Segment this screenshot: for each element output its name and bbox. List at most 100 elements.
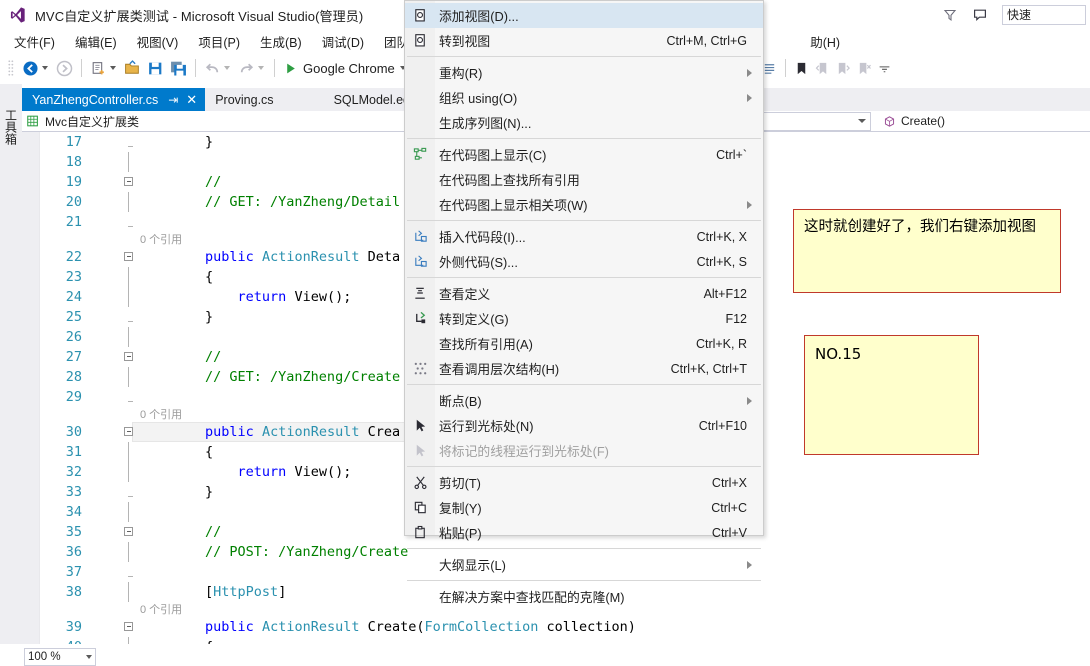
toolbar-overflow-button[interactable] bbox=[875, 60, 894, 77]
navigate-back-icon bbox=[23, 60, 38, 76]
context-menu-item-断点B[interactable]: 断点(B) bbox=[405, 388, 763, 413]
notification-bell-icon[interactable] bbox=[942, 7, 958, 23]
toolbox-dock-tab[interactable]: 工具箱 bbox=[2, 90, 20, 164]
context-menu-item-外侧代码S[interactable]: 外侧代码(S)... Ctrl+K, S bbox=[405, 249, 763, 274]
menu-item-no-icon bbox=[405, 60, 435, 85]
context-menu-item-在解决方案中查找匹配的克[interactable]: 在解决方案中查找匹配的克隆(M) bbox=[405, 584, 763, 609]
clear-bookmarks-button[interactable] bbox=[854, 59, 875, 78]
save-all-button[interactable] bbox=[167, 58, 190, 79]
save-icon bbox=[149, 62, 162, 74]
context-menu-item-label: 转到定义(G) bbox=[439, 312, 509, 327]
menu-build[interactable]: 生成(B) bbox=[250, 30, 312, 53]
context-menu-separator bbox=[407, 548, 761, 549]
context-menu-item-在代码图上显示C[interactable]: 在代码图上显示(C) Ctrl+` bbox=[405, 142, 763, 167]
navbar-member-selector[interactable]: Create() bbox=[879, 112, 949, 131]
outlining-collapse-icon[interactable] bbox=[124, 622, 133, 631]
next-bookmark-button[interactable] bbox=[833, 59, 854, 78]
context-menu-item-转到视图[interactable]: 转到视图 Ctrl+M, Ctrl+G bbox=[405, 28, 763, 53]
surround-with-icon bbox=[405, 249, 435, 274]
outlining-collapse-icon[interactable] bbox=[124, 527, 133, 536]
outlining-collapse-icon[interactable] bbox=[124, 177, 133, 186]
editor-context-menu[interactable]: 添加视图(D)... 转到视图 Ctrl+M, Ctrl+G 重构(R) 组织 usin… bbox=[404, 0, 764, 605]
context-menu-item-在代码图上显示相关项W[interactable]: 在代码图上显示相关项(W) bbox=[405, 192, 763, 217]
save-button[interactable] bbox=[144, 58, 167, 79]
navbar-project-selector[interactable]: Mvc自定义扩展类 bbox=[22, 112, 143, 131]
context-menu-item-shortcut: Ctrl+C bbox=[711, 500, 747, 515]
tab-yanzhengcontroller-cs[interactable]: YanZhengController.cs ⇥ ✕ bbox=[22, 88, 206, 111]
paste-icon bbox=[405, 520, 435, 545]
previous-bookmark-icon bbox=[815, 62, 827, 74]
feedback-smiley-icon[interactable] bbox=[972, 7, 988, 23]
redo-button[interactable] bbox=[235, 58, 269, 79]
quick-launch-input[interactable]: 快速 bbox=[1002, 5, 1086, 25]
context-menu-item-生成序列图N[interactable]: 生成序列图(N)... bbox=[405, 110, 763, 135]
toolbar-separator bbox=[274, 59, 275, 77]
outlining-collapse-icon[interactable] bbox=[124, 252, 133, 261]
submenu-arrow-icon[interactable] bbox=[747, 94, 752, 102]
code-line[interactable]: 39 public ActionResult Create(FormCollec… bbox=[40, 617, 1090, 637]
menu-view[interactable]: 视图(V) bbox=[127, 30, 189, 53]
toolbar-grip-icon[interactable] bbox=[6, 59, 16, 77]
menu-debug[interactable]: 调试(D) bbox=[312, 30, 374, 53]
submenu-arrow-icon[interactable] bbox=[747, 201, 752, 209]
menu-file[interactable]: 文件(F) bbox=[4, 30, 65, 53]
previous-bookmark-button[interactable] bbox=[812, 59, 833, 78]
pin-icon[interactable]: ⇥ bbox=[168, 93, 178, 107]
context-menu-item-复制Y[interactable]: 复制(Y) Ctrl+C bbox=[405, 495, 763, 520]
outlining-collapse-icon[interactable] bbox=[124, 352, 133, 361]
menu-item-no-icon bbox=[405, 110, 435, 135]
tab-label: SQLModel.ed bbox=[333, 92, 410, 107]
navigate-back-button[interactable] bbox=[19, 58, 53, 79]
line-number: 34 bbox=[65, 504, 82, 520]
redo-dropdown-caret-icon[interactable] bbox=[258, 66, 264, 70]
context-menu-item-添加视图D[interactable]: 添加视图(D)... bbox=[405, 3, 763, 28]
undo-dropdown-caret-icon[interactable] bbox=[224, 66, 230, 70]
code-line-text: { bbox=[140, 269, 214, 285]
start-debugging-button[interactable]: Google Chrome bbox=[280, 59, 411, 78]
back-dropdown-caret-icon[interactable] bbox=[42, 66, 48, 70]
context-menu-item-label: 外侧代码(S)... bbox=[439, 255, 518, 270]
context-menu-item-粘贴P[interactable]: 粘贴(P) Ctrl+V bbox=[405, 520, 763, 545]
toggle-bookmark-button[interactable] bbox=[791, 59, 812, 78]
tab-proving-cs[interactable]: Proving.cs bbox=[205, 88, 281, 111]
chevron-down-icon[interactable] bbox=[858, 119, 866, 123]
code-line[interactable]: 40 { bbox=[40, 637, 1090, 644]
context-menu-item-查找所有引用A[interactable]: 查找所有引用(A) Ctrl+K, R bbox=[405, 331, 763, 356]
menu-help[interactable]: 助(H) bbox=[800, 30, 850, 53]
new-project-dropdown-caret-icon[interactable] bbox=[110, 66, 116, 70]
submenu-arrow-icon[interactable] bbox=[747, 69, 752, 77]
line-number: 24 bbox=[65, 289, 82, 305]
codelens-reference-count[interactable]: 0 个引用 bbox=[140, 602, 182, 618]
context-menu-item-剪切T[interactable]: 剪切(T) Ctrl+X bbox=[405, 470, 763, 495]
context-menu-item-组织usingO[interactable]: 组织 using(O) bbox=[405, 85, 763, 110]
menu-edit[interactable]: 编辑(E) bbox=[65, 30, 127, 53]
outlining-collapse-icon[interactable] bbox=[124, 427, 133, 436]
context-menu-item-查看定义[interactable]: 查看定义 Alt+F12 bbox=[405, 281, 763, 306]
context-menu-item-运行到光标处N[interactable]: 运行到光标处(N) Ctrl+F10 bbox=[405, 413, 763, 438]
outlining-region-line bbox=[128, 637, 129, 644]
menu-project[interactable]: 项目(P) bbox=[188, 30, 250, 53]
context-menu-item-查看调用层次结构H[interactable]: 查看调用层次结构(H) Ctrl+K, Ctrl+T bbox=[405, 356, 763, 381]
new-project-button[interactable] bbox=[87, 58, 121, 79]
context-menu-item-在代码图上查找所有引用[interactable]: 在代码图上查找所有引用 bbox=[405, 167, 763, 192]
undo-icon bbox=[205, 63, 219, 72]
outlining-region-line bbox=[128, 542, 129, 562]
codelens-reference-count[interactable]: 0 个引用 bbox=[140, 407, 182, 423]
navigate-forward-button[interactable] bbox=[53, 58, 76, 79]
submenu-arrow-icon[interactable] bbox=[747, 561, 752, 569]
chevron-down-icon[interactable] bbox=[86, 655, 92, 659]
undo-button[interactable] bbox=[201, 58, 235, 79]
add-view-icon bbox=[405, 3, 435, 28]
context-menu-item-转到定义G[interactable]: 转到定义(G) F12 bbox=[405, 306, 763, 331]
context-menu-item-大纲显示L[interactable]: 大纲显示(L) bbox=[405, 552, 763, 577]
next-bookmark-icon bbox=[838, 62, 850, 74]
codelens-reference-count[interactable]: 0 个引用 bbox=[140, 232, 182, 248]
submenu-arrow-icon[interactable] bbox=[747, 397, 752, 405]
code-line-text: return View(); bbox=[237, 289, 352, 305]
editor-zoom-control[interactable]: 100 % bbox=[24, 648, 96, 666]
context-menu-item-shortcut: F12 bbox=[725, 311, 747, 326]
open-file-button[interactable] bbox=[121, 58, 144, 79]
context-menu-item-重构R[interactable]: 重构(R) bbox=[405, 60, 763, 85]
close-icon[interactable]: ✕ bbox=[186, 93, 197, 106]
context-menu-item-插入代码段I[interactable]: 插入代码段(I)... Ctrl+K, X bbox=[405, 224, 763, 249]
